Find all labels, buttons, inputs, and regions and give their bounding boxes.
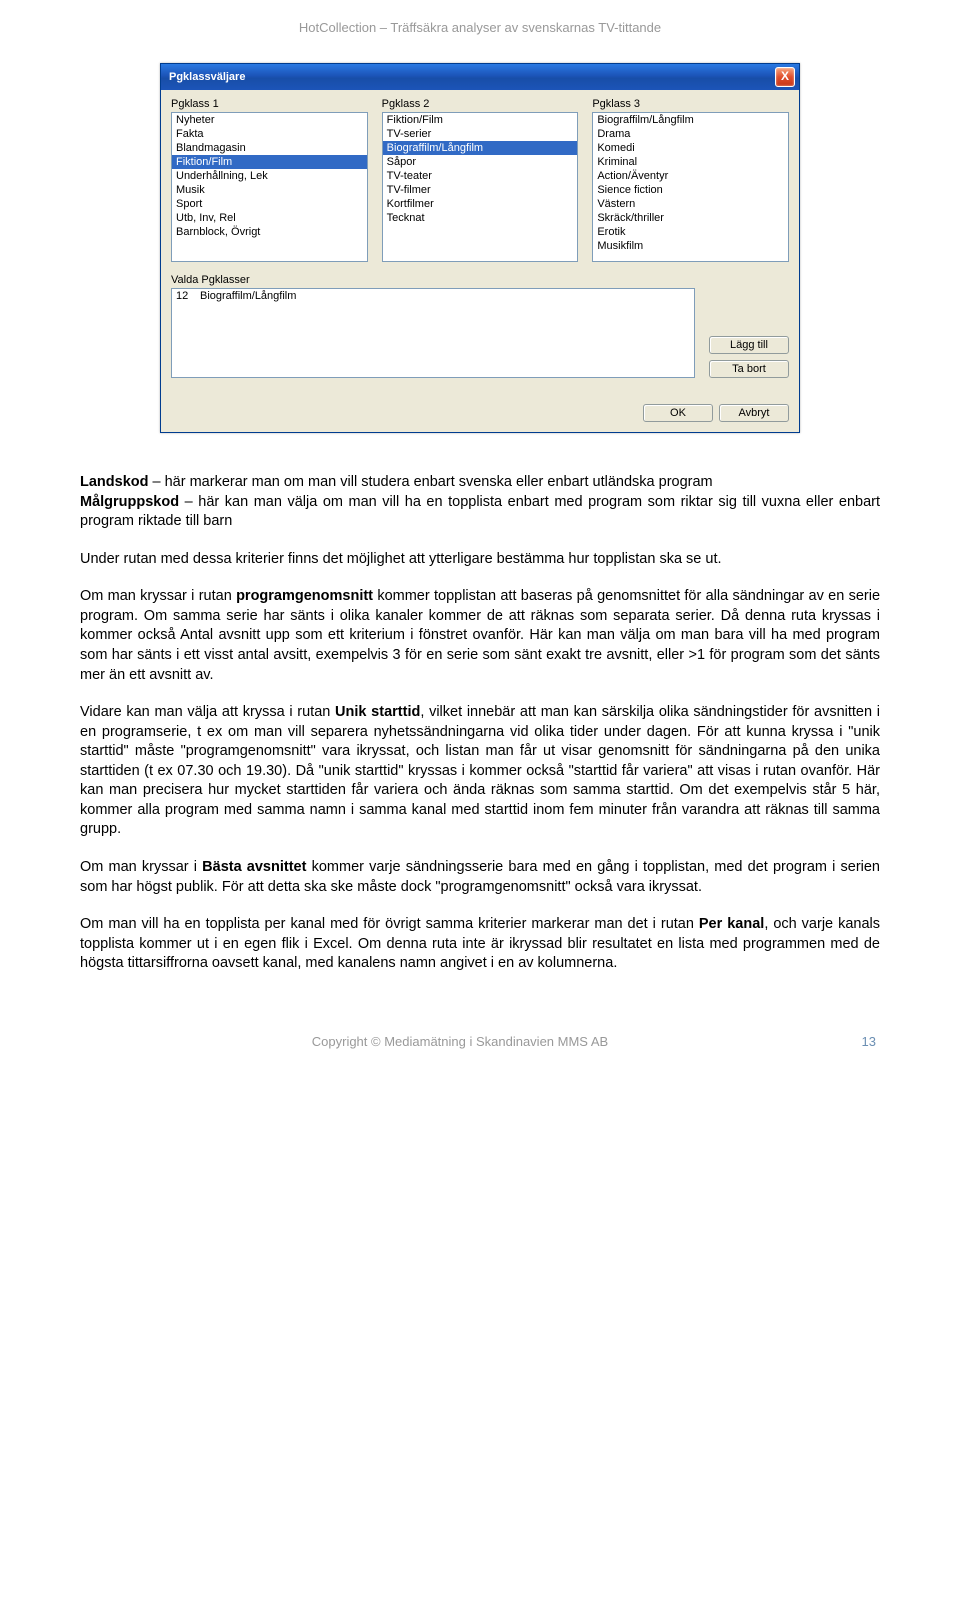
list-item[interactable]: Fiktion/Film bbox=[383, 113, 578, 127]
list-item[interactable]: Tecknat bbox=[383, 211, 578, 225]
listbox-pgklass3[interactable]: Biograffilm/LångfilmDramaKomediKriminalA… bbox=[592, 112, 789, 262]
list-item[interactable]: Skräck/thriller bbox=[593, 211, 788, 225]
list-item[interactable]: Drama bbox=[593, 127, 788, 141]
list-item[interactable]: Västern bbox=[593, 197, 788, 211]
term-landskod: Landskod bbox=[80, 474, 148, 490]
titlebar: Pgklassväljare X bbox=[161, 64, 799, 90]
list-item[interactable]: TV-teater bbox=[383, 169, 578, 183]
page-header: HotCollection – Träffsäkra analyser av s… bbox=[80, 20, 880, 35]
close-icon[interactable]: X bbox=[775, 67, 795, 87]
dialog-title: Pgklassväljare bbox=[169, 71, 245, 83]
list-item[interactable]: TV-filmer bbox=[383, 183, 578, 197]
term-unik-starttid: Unik starttid bbox=[335, 704, 420, 720]
dialog-pgklassvaljare: Pgklassväljare X Pgklass 1 NyheterFaktaB… bbox=[160, 63, 800, 433]
col2-label: Pgklass 2 bbox=[382, 98, 579, 110]
list-item[interactable]: Biograffilm/Långfilm bbox=[593, 113, 788, 127]
term-malgruppskod: Målgruppskod bbox=[80, 494, 179, 510]
list-item[interactable]: Musikfilm bbox=[593, 239, 788, 253]
body-text: Landskod – här markerar man om man vill … bbox=[80, 473, 880, 974]
list-item[interactable]: Fiktion/Film bbox=[172, 155, 367, 169]
list-item[interactable]: Blandmagasin bbox=[172, 141, 367, 155]
term-per-kanal: Per kanal bbox=[699, 916, 764, 932]
listbox-pgklass2[interactable]: Fiktion/FilmTV-serierBiograffilm/Långfil… bbox=[382, 112, 579, 262]
list-item[interactable]: Såpor bbox=[383, 155, 578, 169]
col1-label: Pgklass 1 bbox=[171, 98, 368, 110]
page-number: 13 bbox=[836, 1034, 876, 1049]
list-item[interactable]: Action/Äventyr bbox=[593, 169, 788, 183]
list-item[interactable]: Kortfilmer bbox=[383, 197, 578, 211]
listbox-valda[interactable]: 12Biograffilm/Långfilm bbox=[171, 288, 695, 378]
list-item[interactable]: Kriminal bbox=[593, 155, 788, 169]
list-item[interactable]: Nyheter bbox=[172, 113, 367, 127]
list-item[interactable]: 12Biograffilm/Långfilm bbox=[172, 289, 694, 303]
col3-label: Pgklass 3 bbox=[592, 98, 789, 110]
page-footer: Copyright © Mediamätning i Skandinavien … bbox=[80, 1034, 880, 1049]
list-item[interactable]: Utb, Inv, Rel bbox=[172, 211, 367, 225]
copyright: Copyright © Mediamätning i Skandinavien … bbox=[84, 1034, 836, 1049]
list-item[interactable]: Musik bbox=[172, 183, 367, 197]
list-item[interactable]: Sience fiction bbox=[593, 183, 788, 197]
list-item[interactable]: Barnblock, Övrigt bbox=[172, 225, 367, 239]
list-item[interactable]: Erotik bbox=[593, 225, 788, 239]
list-item[interactable]: Komedi bbox=[593, 141, 788, 155]
cancel-button[interactable]: Avbryt bbox=[719, 404, 789, 422]
list-item[interactable]: Sport bbox=[172, 197, 367, 211]
remove-button[interactable]: Ta bort bbox=[709, 360, 789, 378]
list-item[interactable]: TV-serier bbox=[383, 127, 578, 141]
term-programgenomsnitt: programgenomsnitt bbox=[236, 588, 373, 604]
valda-label: Valda Pgklasser bbox=[171, 274, 695, 286]
list-item[interactable]: Fakta bbox=[172, 127, 367, 141]
add-button[interactable]: Lägg till bbox=[709, 336, 789, 354]
term-basta-avsnittet: Bästa avsnittet bbox=[202, 859, 306, 875]
list-item[interactable]: Biograffilm/Långfilm bbox=[383, 141, 578, 155]
ok-button[interactable]: OK bbox=[643, 404, 713, 422]
listbox-pgklass1[interactable]: NyheterFaktaBlandmagasinFiktion/FilmUnde… bbox=[171, 112, 368, 262]
list-item[interactable]: Underhållning, Lek bbox=[172, 169, 367, 183]
